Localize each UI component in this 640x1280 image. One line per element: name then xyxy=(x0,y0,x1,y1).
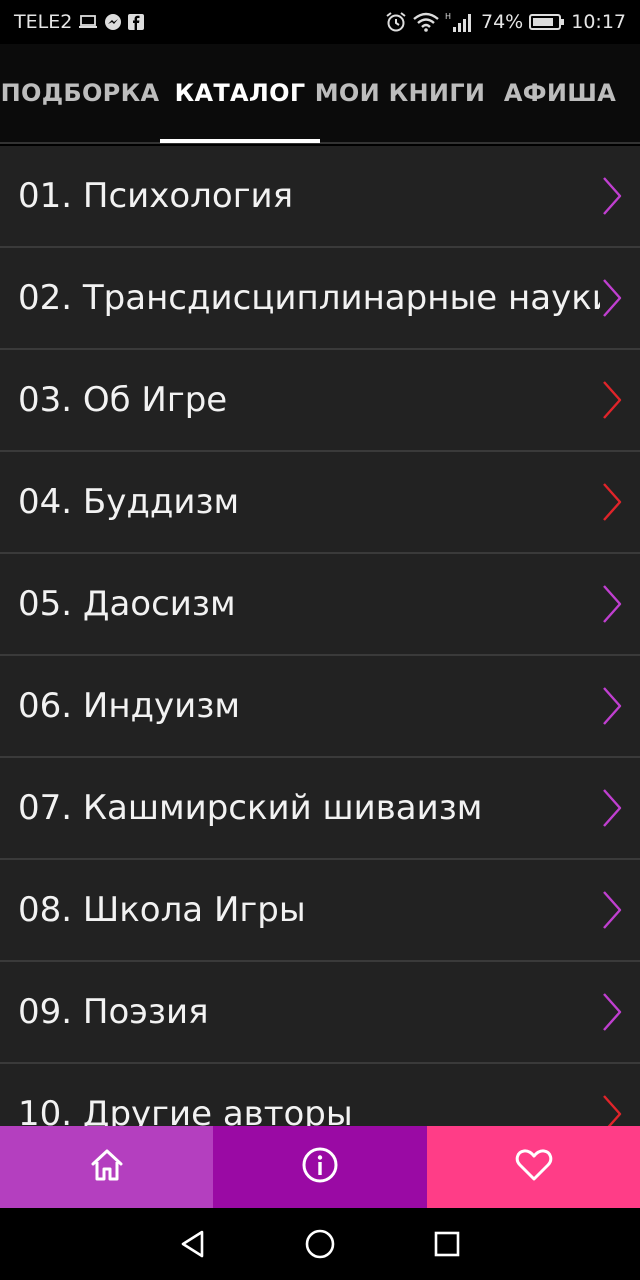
facebook-icon xyxy=(128,14,145,30)
catalog-list: 01. Психология 02. Трансдисциплинарные н… xyxy=(0,146,640,1126)
list-item[interactable]: 04. Буддизм xyxy=(0,452,640,554)
chevron-right-icon xyxy=(600,584,624,624)
home-icon xyxy=(89,1148,125,1186)
status-right: H 74% 10:17 xyxy=(385,11,626,33)
chevron-right-icon xyxy=(600,482,624,522)
list-item[interactable]: 09. Поэзия xyxy=(0,962,640,1064)
messenger-icon xyxy=(104,13,122,31)
list-item-label: 05. Даосизм xyxy=(18,584,236,624)
list-item-label: 04. Буддизм xyxy=(18,482,240,522)
clock: 10:17 xyxy=(571,11,626,33)
info-button[interactable] xyxy=(213,1126,427,1208)
list-item-label: 10. Другие авторы xyxy=(18,1094,353,1126)
laptop-icon xyxy=(78,14,98,30)
status-bar: TELE2 H 74% 10:17 xyxy=(0,0,640,44)
tab-afisha[interactable]: АФИША xyxy=(480,43,640,143)
list-item-label: 07. Кашмирский шиваизм xyxy=(18,788,483,828)
list-item[interactable]: 05. Даосизм xyxy=(0,554,640,656)
system-nav-bar xyxy=(0,1208,640,1280)
chevron-right-icon xyxy=(600,380,624,420)
chevron-right-icon xyxy=(600,686,624,726)
list-item[interactable]: 07. Кашмирский шиваизм xyxy=(0,758,640,860)
list-item[interactable]: 10. Другие авторы xyxy=(0,1064,640,1126)
list-item[interactable]: 06. Индуизм xyxy=(0,656,640,758)
battery-percent: 74% xyxy=(481,11,524,33)
list-item[interactable]: 02. Трансдисциплинарные науки xyxy=(0,248,640,350)
alarm-icon xyxy=(385,11,407,33)
list-item[interactable]: 08. Школа Игры xyxy=(0,860,640,962)
circle-home-icon[interactable] xyxy=(300,1224,340,1264)
favorites-button[interactable] xyxy=(427,1126,640,1208)
list-item-label: 02. Трансдисциплинарные науки xyxy=(18,278,600,318)
home-button[interactable] xyxy=(0,1126,213,1208)
wifi-icon xyxy=(413,12,439,32)
square-recents-icon[interactable] xyxy=(427,1224,467,1264)
svg-text:H: H xyxy=(445,12,451,21)
info-icon xyxy=(301,1146,339,1188)
signal-icon: H xyxy=(445,11,475,33)
list-item-label: 06. Индуизм xyxy=(18,686,240,726)
chevron-right-icon xyxy=(600,176,624,216)
carrier-name: TELE2 xyxy=(14,11,73,33)
chevron-right-icon xyxy=(600,992,624,1032)
list-item-label: 09. Поэзия xyxy=(18,992,209,1032)
list-item-label: 01. Психология xyxy=(18,176,294,216)
list-item-label: 03. Об Игре xyxy=(18,380,228,420)
heart-icon xyxy=(515,1148,553,1186)
list-item[interactable]: 03. Об Игре xyxy=(0,350,640,452)
battery-icon xyxy=(529,13,565,31)
tab-moi-knigi[interactable]: МОИ КНИГИ xyxy=(315,43,485,143)
tab-katalog[interactable]: КАТАЛОГ xyxy=(160,43,320,143)
chevron-right-icon xyxy=(600,890,624,930)
status-left: TELE2 xyxy=(14,11,145,33)
tab-podborka[interactable]: ПОДБОРКА xyxy=(0,43,160,143)
back-triangle-icon[interactable] xyxy=(173,1224,213,1264)
bottom-nav xyxy=(0,1126,640,1208)
top-tabs: ПОДБОРКА КАТАЛОГ МОИ КНИГИ АФИША xyxy=(0,44,640,144)
chevron-right-icon xyxy=(600,278,624,318)
chevron-right-icon xyxy=(600,1094,624,1126)
list-item-label: 08. Школа Игры xyxy=(18,890,306,930)
list-item[interactable]: 01. Психология xyxy=(0,146,640,248)
chevron-right-icon xyxy=(600,788,624,828)
